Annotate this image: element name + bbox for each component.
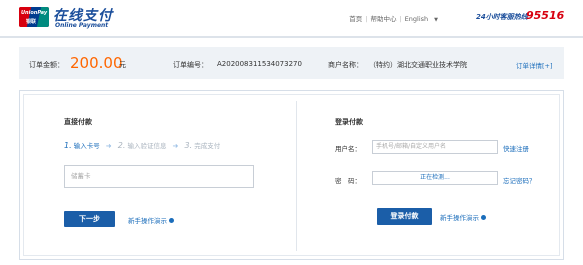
logo-subtitle: Online Payment	[55, 22, 109, 29]
forgot-password-link[interactable]: 忘记密码？	[503, 175, 536, 185]
amount-label: 订单金额：	[29, 61, 64, 69]
step-2-number: 2.	[117, 141, 126, 150]
step-2-label: 输入验证信息	[127, 142, 167, 150]
login-pay-button[interactable]: 登录付款	[377, 208, 432, 225]
step-1-label: 输入卡号	[73, 142, 100, 150]
top-nav: 首页 | 帮助中心 | English ▼	[349, 15, 438, 23]
password-label: 密 码：	[335, 177, 361, 185]
username-label: 用户名：	[335, 145, 361, 153]
order-number: A202008311534073270	[217, 60, 302, 68]
password-input[interactable]: 正在检测...	[372, 171, 498, 185]
login-pay-title: 登录付款	[335, 118, 363, 126]
currency-unit: 元	[119, 61, 126, 69]
arrow-right-icon: ➜	[172, 142, 179, 150]
merchant-label: 商户名称：	[328, 61, 363, 69]
next-button[interactable]: 下一步	[64, 211, 115, 227]
header: UnionPay 银联 在线支付 Online Payment 首页 | 帮助中心 |…	[0, 0, 583, 36]
chevron-down-icon: ▼	[434, 17, 438, 23]
nav-language-select[interactable]: English ▼	[405, 15, 438, 23]
merchant-name: （特约）湖北交通职业技术学院	[369, 61, 467, 69]
step-3-label: 完成支付	[194, 142, 221, 150]
direct-pay-title: 直接付款	[64, 118, 92, 126]
step-3-number: 3.	[184, 141, 193, 150]
play-icon	[169, 217, 174, 223]
username-input[interactable]: 手机号/邮箱/自定义用户名	[372, 140, 498, 154]
arrow-right-icon: ➜	[105, 142, 112, 150]
payment-steps: 1. 输入卡号 ➜ 2. 输入验证信息 ➜ 3. 完成支付	[64, 140, 220, 150]
panel-divider	[296, 101, 297, 251]
order-amount: 200.00	[70, 54, 123, 72]
order-detail-link[interactable]: 订单详情[+]	[516, 60, 553, 70]
play-icon	[481, 214, 486, 220]
nav-home-link[interactable]: 首页	[349, 15, 362, 23]
hotline-number: 95516	[526, 9, 565, 22]
header-divider	[0, 36, 583, 38]
step-1-number: 1.	[64, 141, 72, 150]
register-link[interactable]: 快速注册	[503, 143, 529, 153]
order-summary-bar: 订单金额： 200.00 元 订单编号： A202008311534073270…	[19, 47, 564, 79]
unionpay-logo-icon[interactable]: UnionPay 银联	[19, 7, 49, 27]
login-demo-link[interactable]: 新手操作演示	[440, 212, 486, 222]
hotline-label: 24小时客服热线	[476, 13, 528, 21]
nav-help-link[interactable]: 帮助中心	[370, 15, 396, 23]
direct-demo-link[interactable]: 新手操作演示	[128, 215, 174, 225]
order-number-label: 订单编号：	[173, 61, 208, 69]
card-number-input[interactable]: 储蓄卡	[64, 165, 254, 188]
